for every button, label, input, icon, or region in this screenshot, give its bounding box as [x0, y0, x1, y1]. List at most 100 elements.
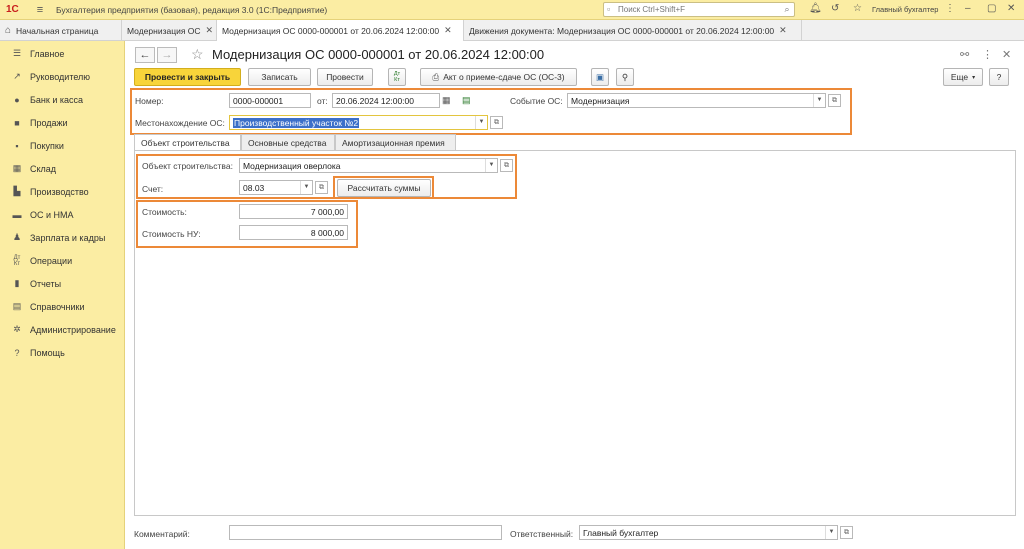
- main-menu-icon[interactable]: ≡: [32, 4, 48, 16]
- account-value: 08.03: [243, 182, 265, 193]
- comment-field[interactable]: [229, 525, 502, 540]
- open-icon[interactable]: ⧉: [490, 116, 503, 129]
- sidebar-item-operations[interactable]: Дт Кт Операции: [0, 249, 124, 272]
- chevron-down-icon: ▾: [972, 74, 976, 81]
- forward-button[interactable]: →: [157, 47, 177, 63]
- sidebar-item-label: Администрирование: [30, 324, 116, 335]
- close-icon[interactable]: ✕: [1007, 3, 1015, 14]
- calculate-sums-button[interactable]: Рассчитать суммы: [337, 179, 431, 197]
- global-search[interactable]: ▫ ⌕: [603, 2, 795, 17]
- sidebar-item-label: Операции: [30, 255, 73, 266]
- open-icon[interactable]: ⧉: [840, 526, 853, 539]
- report-button[interactable]: ▣: [591, 68, 609, 86]
- event-field[interactable]: Модернизация ▼: [567, 93, 826, 108]
- select-date-icon[interactable]: ▤: [462, 95, 471, 106]
- tab-modernization-list[interactable]: Модернизация ОС ✕: [122, 20, 217, 41]
- date-label: от:: [317, 96, 328, 106]
- chevron-down-icon[interactable]: ▼: [825, 526, 837, 539]
- dt-kt-button[interactable]: Дт Кт: [388, 68, 406, 86]
- tab-label: Начальная страница: [16, 25, 99, 36]
- maximize-icon[interactable]: ▢: [987, 3, 996, 14]
- help-button[interactable]: ?: [989, 68, 1009, 86]
- more-icon[interactable]: ⋮: [945, 3, 955, 14]
- chevron-down-icon[interactable]: ▼: [813, 94, 825, 107]
- chevron-down-icon[interactable]: ▼: [485, 159, 497, 172]
- post-button[interactable]: Провести: [317, 68, 373, 86]
- account-field[interactable]: 08.03 ▼: [239, 180, 313, 195]
- date-field[interactable]: 20.06.2024 12:00:00: [332, 93, 440, 108]
- close-icon[interactable]: ✕: [444, 25, 452, 36]
- sidebar-item-label: Производство: [30, 186, 89, 197]
- tab-home[interactable]: ⌂ Начальная страница: [0, 20, 122, 41]
- number-value: 0000-000001: [233, 95, 284, 106]
- cart-icon: ▪: [15, 140, 19, 151]
- sidebar-item-admin[interactable]: ✲ Администрирование: [0, 318, 124, 341]
- arrow-left-icon: ←: [139, 49, 151, 61]
- bell-icon[interactable]: 🔔︎: [809, 3, 822, 14]
- sidebar-item-warehouse[interactable]: ▦ Склад: [0, 157, 124, 180]
- sidebar-item-sales[interactable]: ■ Продажи: [0, 111, 124, 134]
- history-icon[interactable]: ↺: [831, 3, 839, 14]
- current-user[interactable]: Главный бухгалтер: [872, 5, 938, 14]
- search-input[interactable]: [604, 3, 780, 16]
- sidebar-item-manager[interactable]: ↗ Руководителю: [0, 65, 124, 88]
- responsible-field[interactable]: Главный бухгалтер ▼: [579, 525, 838, 540]
- cost-nu-field[interactable]: 8 000,00: [239, 225, 348, 240]
- sidebar-item-purchases[interactable]: ▪ Покупки: [0, 134, 124, 157]
- number-label: Номер:: [135, 96, 164, 106]
- chevron-down-icon[interactable]: ▼: [475, 116, 487, 129]
- reports-icon: ▮: [14, 278, 20, 288]
- sidebar-item-fixed-assets[interactable]: ▬ ОС и НМА: [0, 203, 124, 226]
- page-title: Модернизация ОС 0000-000001 от 20.06.202…: [212, 47, 545, 62]
- back-button[interactable]: ←: [135, 47, 155, 63]
- object-field[interactable]: Модернизация оверлока ▼: [239, 158, 498, 173]
- chevron-down-icon[interactable]: ▼: [300, 181, 312, 194]
- document-form: ← → ☆ Модернизация ОС 0000-000001 от 20.…: [126, 41, 1024, 549]
- sidebar-item-payroll[interactable]: ♟ Зарплата и кадры: [0, 226, 124, 249]
- object-label: Объект строительства:: [142, 161, 233, 171]
- tab-modernization-doc[interactable]: Модернизация ОС 0000-000001 от 20.06.202…: [217, 20, 464, 42]
- close-icon[interactable]: ✕: [206, 25, 214, 36]
- tab-construction-object[interactable]: Объект строительства: [134, 134, 241, 151]
- favorite-star-icon[interactable]: ☆: [191, 46, 204, 63]
- responsible-value: Главный бухгалтер: [583, 527, 659, 538]
- calendar-icon[interactable]: ▦: [442, 95, 451, 106]
- title-bar: 1С ≡ Бухгалтерия предприятия (базовая), …: [0, 0, 1024, 20]
- tab-fixed-assets[interactable]: Основные средства: [241, 134, 335, 151]
- sidebar-item-reports[interactable]: ▮ Отчеты: [0, 272, 124, 295]
- open-icon[interactable]: ⧉: [315, 181, 328, 194]
- tab-depreciation-bonus[interactable]: Амортизационная премия: [335, 134, 456, 151]
- close-icon[interactable]: ✕: [779, 25, 787, 36]
- attach-button[interactable]: ⚲: [616, 68, 634, 86]
- number-field[interactable]: 0000-000001: [229, 93, 311, 108]
- more-icon[interactable]: ⋮: [982, 48, 993, 61]
- cost-field[interactable]: 7 000,00: [239, 204, 348, 219]
- truck-icon: ▬: [12, 209, 22, 220]
- minimize-icon[interactable]: –: [965, 3, 971, 14]
- more-button[interactable]: Еще ▾: [943, 68, 983, 86]
- location-field[interactable]: Производственный участок №2 ▼: [229, 115, 488, 130]
- sidebar-item-label: Покупки: [30, 140, 64, 151]
- link-icon[interactable]: ⚯: [960, 48, 969, 61]
- sidebar-item-bank[interactable]: ● Банк и касса: [0, 88, 124, 111]
- sidebar-item-help[interactable]: ? Помощь: [0, 341, 124, 364]
- event-value: Модернизация: [571, 95, 630, 106]
- open-icon[interactable]: ⧉: [500, 159, 513, 172]
- open-icon[interactable]: ⧉: [828, 94, 841, 107]
- help-icon: ?: [14, 347, 20, 358]
- responsible-label: Ответственный:: [510, 529, 574, 539]
- tab-label: Модернизация ОС: [127, 25, 201, 36]
- tab-doc-movements[interactable]: Движения документа: Модернизация ОС 0000…: [464, 20, 802, 41]
- chart-icon: ↗: [13, 71, 21, 81]
- sidebar-item-label: ОС и НМА: [30, 209, 74, 220]
- act-os3-label: Акт о приеме-сдаче ОС (ОС-3): [443, 72, 565, 82]
- post-and-close-button[interactable]: Провести и закрыть: [134, 68, 241, 86]
- save-button[interactable]: Записать: [248, 68, 311, 86]
- search-icon[interactable]: ⌕: [780, 4, 794, 15]
- sidebar-item-production[interactable]: ▙ Производство: [0, 180, 124, 203]
- star-icon[interactable]: ☆: [853, 3, 862, 14]
- act-os3-button[interactable]: ⎙ Акт о приеме-сдаче ОС (ОС-3): [420, 68, 577, 86]
- sidebar-item-catalogs[interactable]: ▤ Справочники: [0, 295, 124, 318]
- sidebar-item-main[interactable]: ☰ Главное: [0, 42, 124, 65]
- close-icon[interactable]: ✕: [1002, 48, 1011, 61]
